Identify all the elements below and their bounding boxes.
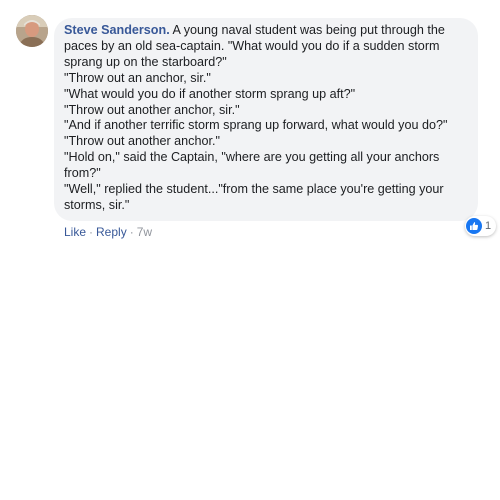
comment-line: "What would you do if another storm spra… [64, 86, 356, 101]
comment-line: from?" [64, 166, 101, 181]
comment-line: "Throw out another anchor." [64, 134, 220, 149]
reply-link[interactable]: Reply [96, 225, 127, 239]
comment-line: storms, sir." [64, 197, 130, 212]
comment-actions: Like · Reply · 7w [64, 225, 152, 239]
comment-line-1: Steve Sanderson. A young naval student w… [64, 23, 470, 39]
reaction-count: 1 [485, 220, 492, 232]
comment-bubble: Steve Sanderson. A young naval student w… [54, 18, 478, 221]
thumbs-up-icon [466, 218, 482, 234]
avatar[interactable] [16, 15, 48, 47]
separator: · [129, 225, 134, 239]
comment-line: "Well," replied the student..."from the … [64, 182, 444, 197]
like-link[interactable]: Like [64, 225, 86, 239]
avatar-photo [16, 15, 48, 47]
separator: · [89, 225, 94, 239]
comment-text: A young naval student was being put thro… [169, 23, 445, 37]
comment-line: "Throw out an anchor, sir." [64, 70, 211, 85]
comment-line: "And if another terrific storm sprang up… [64, 118, 448, 133]
reaction-summary[interactable]: 1 [465, 216, 497, 236]
timestamp[interactable]: 7w [137, 225, 152, 239]
comment-line: paces by an old sea-captain. "What would… [64, 38, 440, 53]
comment-line: "Throw out another anchor, sir." [64, 102, 240, 117]
comment-line: "Hold on," said the Captain, "where are … [64, 150, 440, 165]
comment-line: sprang up on the starboard?" [64, 54, 227, 69]
author-name-link[interactable]: Steve Sanderson. [64, 23, 170, 37]
